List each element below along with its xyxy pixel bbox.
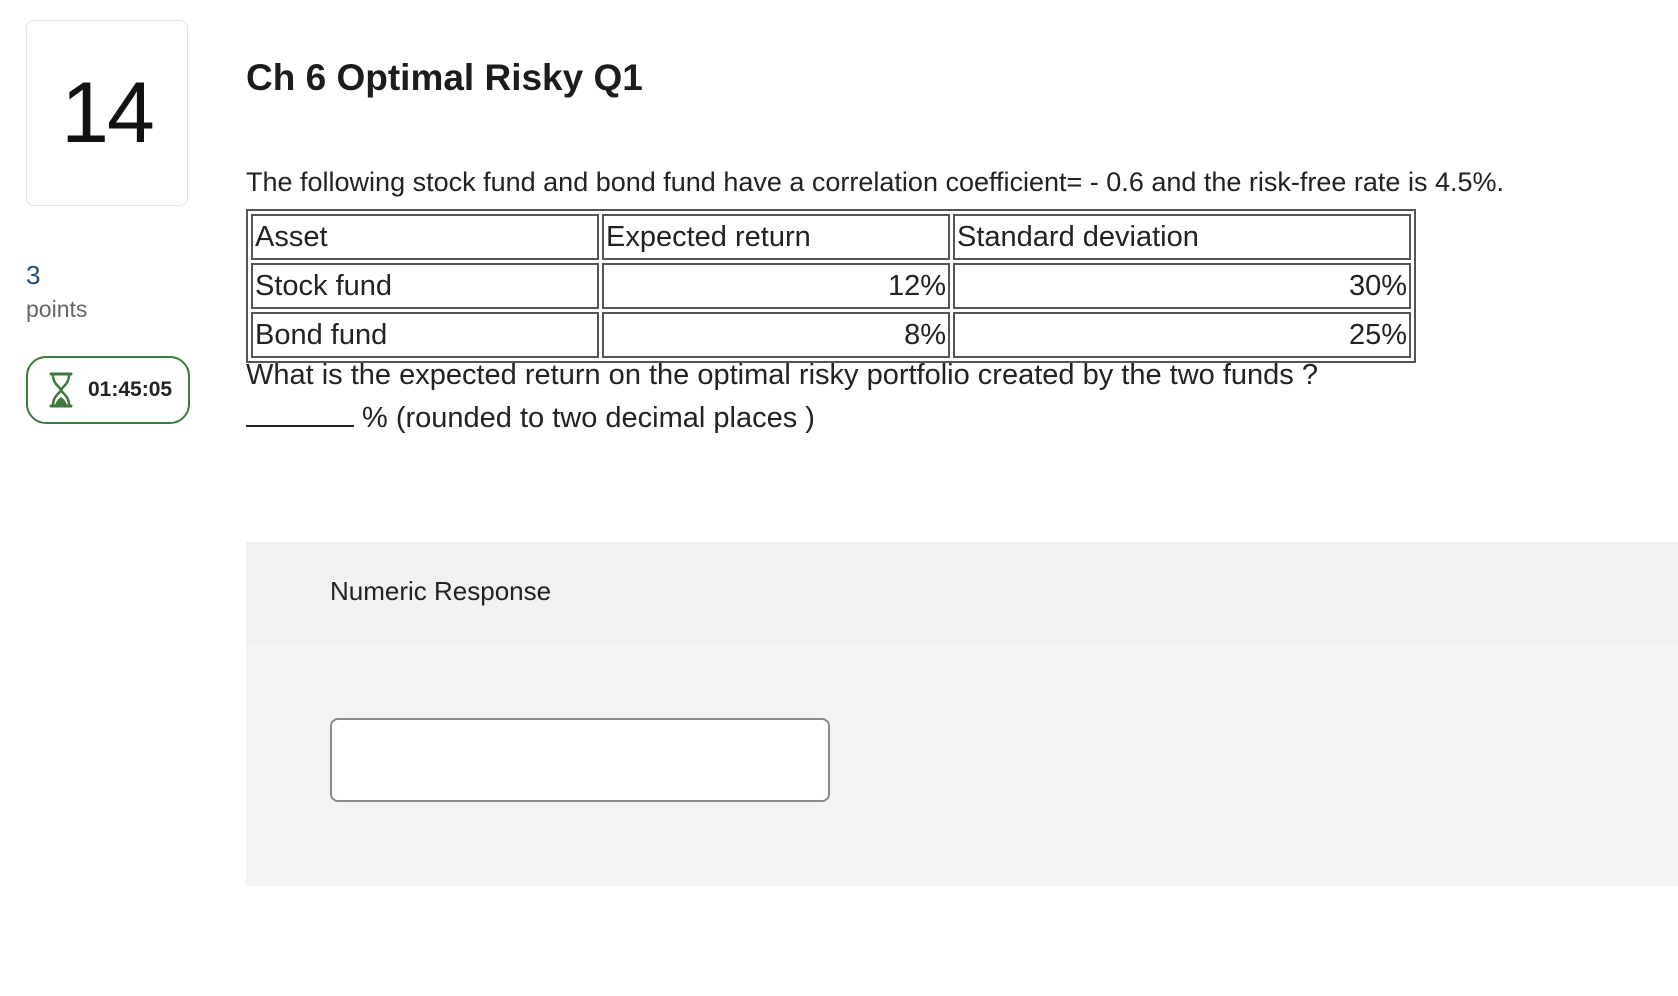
answer-blank-suffix: % (rounded to two decimal places ) — [362, 402, 815, 434]
table-header-asset: Asset — [251, 214, 599, 260]
timer-text: 01:45:05 — [88, 378, 173, 401]
hourglass-icon — [48, 372, 74, 408]
table-header-expected-return: Expected return — [602, 214, 950, 260]
question-prompt: What is the expected return on the optim… — [246, 359, 1318, 391]
table-cell-asset: Bond fund — [251, 312, 599, 358]
question-number: 14 — [61, 65, 155, 161]
table-cell-standard-deviation: 25% — [953, 312, 1411, 358]
question-intro: The following stock fund and bond fund h… — [246, 167, 1504, 197]
timer-badge: 01:45:05 — [26, 356, 190, 424]
table-cell-expected-return: 8% — [602, 312, 950, 358]
points-label: points — [26, 296, 88, 322]
table-header-standard-deviation: Standard deviation — [953, 214, 1411, 260]
question-page: 14 3 points 01:45:05 Ch 6 Optimal Risky … — [0, 0, 1678, 996]
table-header-row: Asset Expected return Standard deviation — [251, 214, 1411, 260]
numeric-response-input[interactable] — [330, 718, 830, 802]
table-row: Bond fund 8% 25% — [251, 312, 1411, 358]
points-value: 3 — [26, 260, 41, 290]
table-cell-expected-return: 12% — [602, 263, 950, 309]
response-header: Numeric Response — [246, 542, 1678, 642]
answer-blank — [246, 399, 354, 427]
question-title: Ch 6 Optimal Risky Q1 — [246, 57, 643, 98]
response-title: Numeric Response — [330, 576, 552, 606]
asset-table: Asset Expected return Standard deviation… — [246, 209, 1416, 363]
question-number-box: 14 — [26, 20, 188, 206]
table-cell-standard-deviation: 30% — [953, 263, 1411, 309]
table-cell-asset: Stock fund — [251, 263, 599, 309]
response-panel: Numeric Response — [246, 542, 1678, 886]
answer-blank-line: % (rounded to two decimal places ) — [246, 399, 815, 436]
table-row: Stock fund 12% 30% — [251, 263, 1411, 309]
